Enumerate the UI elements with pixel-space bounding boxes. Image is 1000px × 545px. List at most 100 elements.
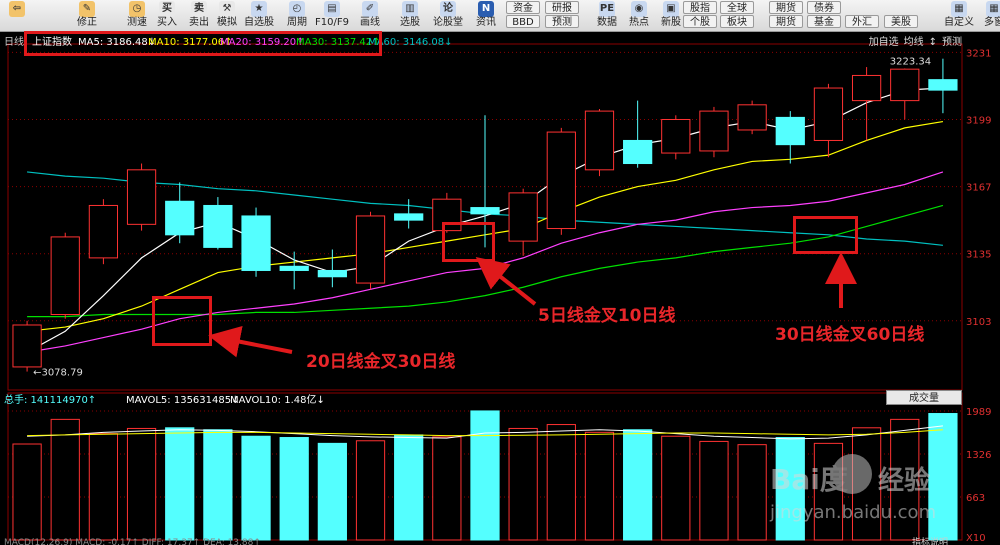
f10-icon: ▤	[324, 1, 340, 17]
quick-button-7[interactable]: 债券	[807, 1, 841, 14]
toolbar-button-custom[interactable]: ▦ 自定义	[942, 0, 976, 31]
back-arrow-icon: ⇦	[9, 1, 25, 17]
toolbar-label: 多窗	[984, 17, 1000, 28]
volume-bar-12	[470, 410, 500, 541]
volume-bar-1	[50, 418, 80, 541]
draw-line-icon: ✐	[362, 1, 378, 17]
toolbar-button-data[interactable]: PE 数据	[592, 0, 622, 31]
period-label: 日线	[4, 35, 24, 48]
toolbar-button-news[interactable]: N 资讯	[468, 0, 504, 31]
chart-top-buttons: 加自选 均线 ↕ 预测	[864, 33, 962, 48]
quick-button-2[interactable]: BBD	[506, 15, 540, 28]
candle-body-3	[126, 169, 157, 225]
volume-indicator-dropdown[interactable]: 成交量	[886, 390, 962, 405]
chart-button-0[interactable]: 加自选	[869, 33, 899, 48]
candle-body-7	[279, 265, 309, 271]
toolbar-label: 选股	[400, 17, 420, 28]
annotation-ma30-ma60-golden-cross: 30日线金叉60日线	[775, 325, 925, 345]
toolbar-button-back-arrow[interactable]: ⇦	[4, 0, 30, 31]
custom-icon: ▦	[951, 1, 967, 17]
toolbar-button-stock-picker[interactable]: ▥ 选股	[394, 0, 426, 31]
indicator-help-link: 指标说明	[912, 536, 948, 545]
new-stock-icon: ▣	[663, 1, 679, 17]
volume-bar-14	[546, 424, 576, 541]
toolbar-label: 自选股	[244, 17, 274, 28]
volume-bar-7	[279, 437, 309, 541]
toolbar-button-forum[interactable]: 论论股堂	[428, 0, 468, 31]
annotation-ma5-ma10-golden-cross: 5日线金叉10日线	[538, 306, 676, 326]
volume-bar-11	[432, 436, 462, 541]
quick-button-0[interactable]: 资金	[506, 1, 540, 14]
volume-unit-label: X10	[966, 533, 986, 544]
modify-icon: ✎	[79, 1, 95, 17]
quick-button-6[interactable]: 期货	[769, 1, 803, 14]
hot-icon: ◉	[631, 1, 647, 17]
volume-tick-label-0: 1989	[966, 407, 991, 418]
ma-readout-highlight-box	[24, 31, 382, 56]
highlight-box-ma30-ma60-cross	[793, 216, 858, 254]
toolbar-button-self-select[interactable]: ★ 自选股	[240, 0, 278, 31]
toolbar-label: 热点	[629, 17, 649, 28]
candle-body-18	[699, 110, 729, 152]
macd-readout: MACD(12,26,9) MACD: -0.17↑ DIFF: 17.37↑ …	[4, 538, 261, 545]
quick-button-13[interactable]: 美股	[884, 15, 918, 28]
quick-button-1[interactable]: 研报	[545, 1, 579, 14]
toolbar-button-simulate[interactable]: ⚒ 模拟	[212, 0, 242, 31]
volume-bar-18	[699, 440, 729, 541]
highlight-box-ma5-ma10-cross	[442, 222, 495, 262]
volume-bar-4	[165, 427, 195, 541]
quick-button-8[interactable]: 个股	[683, 15, 717, 28]
watermark-sub: 经验	[878, 466, 931, 496]
chart-button-2[interactable]: ↕	[929, 37, 937, 48]
toolbar-button-draw-line[interactable]: ✐ 画线	[350, 0, 390, 31]
candle-body-17	[661, 118, 691, 154]
volume-bar-3	[126, 427, 157, 541]
toolbar-label: 买入	[157, 17, 177, 28]
toolbar-label: 卖出	[189, 17, 209, 28]
toolbar-button-new-stock[interactable]: ▣ 新股	[656, 0, 686, 31]
buy-icon: 买	[159, 1, 175, 17]
quick-button-5[interactable]: 全球	[720, 1, 754, 14]
toolbar-button-hot[interactable]: ◉ 热点	[624, 0, 654, 31]
toolbar-label: 模拟	[217, 17, 237, 28]
sell-icon: 卖	[191, 1, 207, 17]
self-select-icon: ★	[251, 1, 267, 17]
volume-bar-13	[508, 427, 538, 541]
candle-body-24	[928, 79, 958, 91]
data-icon: PE	[599, 1, 615, 17]
simulate-icon: ⚒	[219, 1, 235, 17]
watermark-brand: Bai度	[770, 463, 848, 496]
toolbar-button-clock[interactable]: ◷ 测速	[122, 0, 152, 31]
volume-bar-2	[88, 433, 119, 541]
candle-body-22	[851, 74, 882, 102]
toolbar-label: 测速	[127, 17, 147, 28]
toolbar-button-multi[interactable]: ▦ 多窗	[980, 0, 1000, 31]
multi-icon: ▦	[986, 1, 1000, 17]
chart-button-3[interactable]: 预测	[942, 33, 962, 48]
low-price-label: ←3078.79	[33, 368, 83, 379]
stock-picker-icon: ▥	[402, 1, 418, 17]
candle-body-6	[241, 215, 271, 271]
toolbar-button-sell[interactable]: 卖卖出	[184, 0, 214, 31]
candle-body-14	[546, 131, 576, 230]
news-icon: N	[478, 1, 494, 17]
toolbar-button-f10[interactable]: ▤ F10/F9	[314, 0, 350, 31]
quick-button-10[interactable]: 期货	[769, 15, 803, 28]
quick-button-11[interactable]: 基金	[807, 15, 841, 28]
toolbar-button-period[interactable]: ◴ 周期	[280, 0, 314, 31]
chart-button-1[interactable]: 均线	[904, 33, 924, 48]
volume-bar-0	[12, 443, 42, 541]
toolbar-button-buy[interactable]: 买买入	[152, 0, 182, 31]
toolbar-label: 修正	[77, 17, 97, 28]
toolbar-button-modify[interactable]: ✎ 修正	[72, 0, 102, 31]
quick-button-3[interactable]: 预测	[545, 15, 579, 28]
quick-button-4[interactable]: 股指	[683, 1, 717, 14]
volume-bar-19	[737, 444, 767, 541]
volume-bar-16	[623, 429, 653, 541]
quick-button-12[interactable]: 外汇	[845, 15, 879, 28]
mavol10-readout: MAVOL10: 1.48亿↓	[230, 393, 325, 406]
toolbar-label: F10/F9	[315, 17, 349, 28]
quick-button-9[interactable]: 板块	[720, 15, 754, 28]
volume-bar-6	[241, 435, 271, 541]
candle-body-9	[355, 215, 386, 284]
